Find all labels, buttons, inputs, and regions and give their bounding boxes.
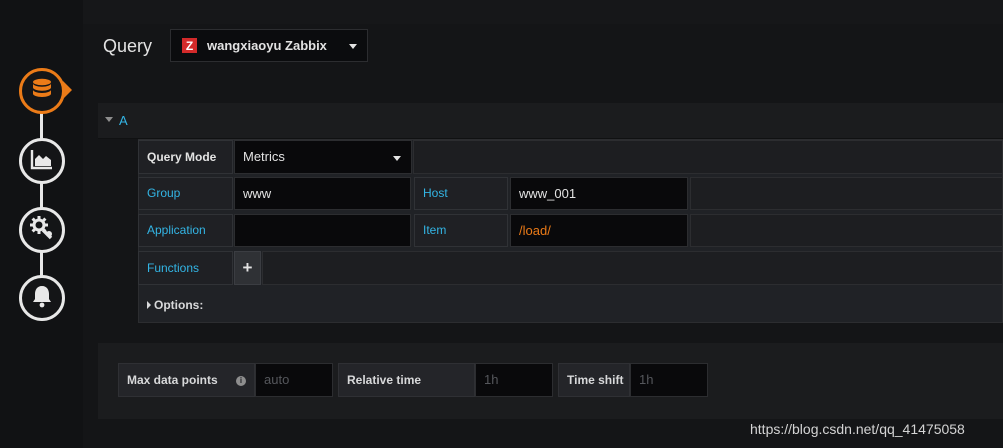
time-shift-label: Time shift [558, 363, 630, 397]
add-function-button[interactable]: + [234, 251, 261, 285]
query-mode-value: Metrics [243, 149, 285, 164]
options-label: Options: [154, 298, 204, 312]
step-visualization[interactable] [19, 138, 65, 184]
application-input[interactable] [234, 214, 411, 247]
relative-time-input[interactable]: 1h [475, 363, 553, 397]
active-step-pointer [63, 81, 72, 99]
relative-time-label: Relative time [338, 363, 475, 397]
step-alert[interactable] [19, 275, 65, 321]
query-mode-label: Query Mode [138, 140, 233, 174]
item-input[interactable]: /load/ [510, 214, 688, 247]
zabbix-logo-icon: Z [182, 38, 197, 53]
host-label: Host [414, 177, 508, 210]
caret-right-icon [147, 301, 151, 309]
step-general[interactable] [19, 207, 65, 253]
gears-icon [29, 215, 55, 246]
row-filler [413, 140, 1003, 174]
info-icon[interactable]: i [236, 376, 246, 386]
row-filler [690, 177, 1003, 210]
query-row-header[interactable]: A [98, 103, 1003, 139]
max-data-points-input[interactable]: auto [255, 363, 333, 397]
chevron-down-icon [349, 44, 357, 49]
functions-label: Functions [138, 251, 233, 285]
datasource-picker[interactable]: Z wangxiaoyu Zabbix [170, 29, 368, 62]
row-filler [262, 251, 1003, 285]
step-queries[interactable] [19, 68, 65, 114]
bell-icon [31, 284, 53, 313]
item-label: Item [414, 214, 508, 247]
chevron-down-icon [393, 156, 401, 161]
database-icon [30, 77, 54, 106]
max-data-points-label: Max data points [118, 363, 255, 397]
row-filler [690, 214, 1003, 247]
datasource-name: wangxiaoyu Zabbix [207, 38, 327, 53]
chart-area-icon [30, 148, 54, 175]
group-input[interactable]: www [234, 177, 411, 210]
query-mode-select[interactable]: Metrics [234, 140, 412, 174]
query-ref-id[interactable]: A [119, 113, 128, 128]
options-toggle[interactable]: Options: [138, 288, 1003, 322]
watermark: https://blog.csdn.net/qq_41475058 [750, 421, 965, 437]
group-label: Group [138, 177, 233, 210]
time-shift-input[interactable]: 1h [630, 363, 708, 397]
page-title: Query [103, 36, 153, 56]
collapse-caret-icon[interactable] [105, 117, 113, 122]
application-label: Application [138, 214, 233, 247]
host-input[interactable]: www_001 [510, 177, 688, 210]
